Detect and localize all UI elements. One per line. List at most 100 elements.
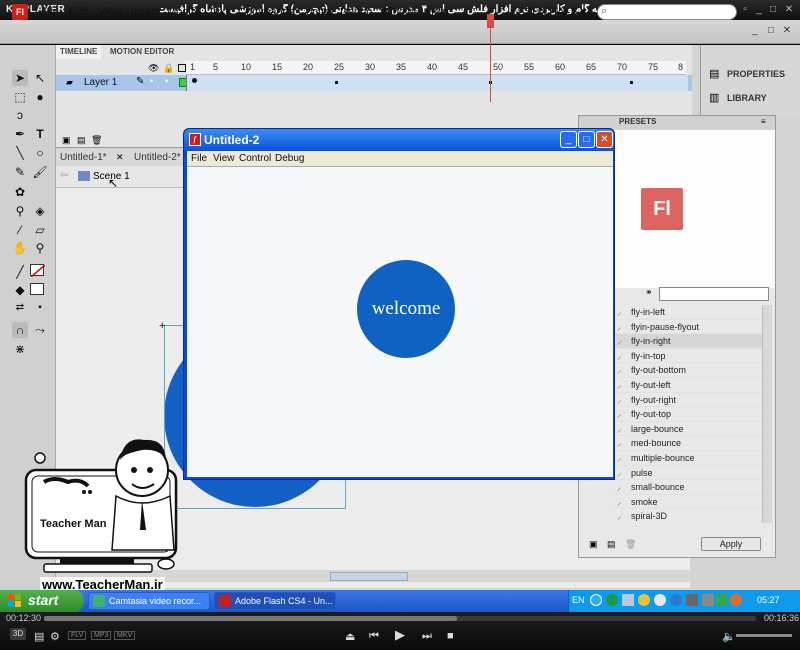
new-layer-icon[interactable]: ▣ [62,135,71,146]
lock-dot[interactable]: • [165,76,168,86]
zoom-tool-icon[interactable]: ⚲ [32,240,48,256]
player-minimize-icon[interactable]: _ [752,4,766,16]
eject-icon[interactable]: ⏏ [345,630,355,643]
preset-item[interactable]: ⸝ fly-out-left [613,378,763,393]
menu-modify[interactable]: Modify [167,6,199,18]
3d-rotation-icon[interactable]: ● [32,89,48,105]
menu-insert[interactable]: Insert [131,6,159,18]
volume-slider[interactable] [736,634,792,637]
swf-menu-view[interactable]: View [213,153,235,164]
dock-library[interactable]: LIBRARY [727,93,767,103]
volume-icon[interactable]: 🔈 [722,630,736,643]
tray-icon-3[interactable] [622,594,634,606]
previous-icon[interactable]: ⏮ [369,630,379,643]
flash-minimize-icon[interactable]: _ [748,25,762,37]
panel-menu-icon[interactable]: ≡ [761,117,766,126]
tray-icon-5[interactable] [654,594,666,606]
3d-button[interactable]: 3D [10,628,26,640]
deco-tool-icon[interactable]: ✿ [12,184,28,200]
eraser-icon[interactable]: ▱ [32,222,48,238]
dock-properties[interactable]: PROPERTIES [727,69,785,79]
preset-item[interactable]: ⸝ large-bounce [613,422,763,437]
task-camtasia[interactable]: Camtasia video recor... [88,592,210,610]
language-indicator[interactable]: EN [572,595,585,605]
flash-maximize-icon[interactable]: □ [764,25,778,37]
preset-item[interactable]: ⸝ fly-out-top [613,407,763,422]
menu-text[interactable]: Text [208,6,228,18]
hand-tool-icon[interactable]: ✋ [12,240,28,256]
tray-icon-10[interactable] [730,594,742,606]
preset-item[interactable]: ⸝ flyin-pause-flyout [613,320,763,335]
help-search-input[interactable] [597,4,737,20]
free-transform-icon[interactable]: ⬚ [12,89,28,105]
swf-menu-debug[interactable]: Debug [275,153,304,164]
preset-item[interactable]: ⸝ smoke [613,495,763,510]
stroke-swatch[interactable] [30,264,45,277]
presets-search-input[interactable] [659,287,769,301]
play-icon[interactable]: ▶ [395,627,405,643]
pen-tool-icon[interactable]: ✒ [12,126,28,142]
line-tool-icon[interactable]: ╲ [12,145,28,161]
tray-icon-4[interactable] [638,594,650,606]
menu-file[interactable]: File [41,6,59,18]
tray-icon-9[interactable] [716,594,728,606]
workspace-switcher[interactable]: ESSENTIALS ▾ [510,5,586,18]
flash-close-icon[interactable]: ✕ [780,25,794,37]
preset-item[interactable]: ⸝ med-bounce [613,436,763,451]
player-pin-icon[interactable]: ▫ [738,4,752,16]
eye-icon[interactable]: 👁 [148,63,159,74]
menu-help[interactable]: Help [426,6,449,18]
swf-menu-control[interactable]: Control [239,153,271,164]
paint-bucket-icon[interactable]: ◈ [32,203,48,219]
outline-icon[interactable] [178,64,186,72]
settings-icon[interactable]: ⚙ [50,630,60,643]
tray-icon-1[interactable] [590,594,602,606]
lock-icon[interactable]: 🔒 [163,63,174,74]
tray-clock[interactable]: 05:27 [757,595,780,605]
preset-item[interactable]: ⸝ spiral-3D [613,509,763,523]
eyedropper-icon[interactable]: ⁄ [12,222,28,238]
swap-colors-icon[interactable]: ⇄ [12,300,28,316]
menu-view[interactable]: View [98,6,122,18]
minimize-icon[interactable]: _ [560,131,577,148]
doc-tab-untitled-2[interactable]: Untitled-2* [134,152,181,163]
player-close-icon[interactable]: ✕ [782,4,796,16]
fill-swatch[interactable] [30,283,44,295]
preset-item[interactable]: ⸝ pulse [613,466,763,481]
new-folder-icon[interactable]: ▤ [607,539,616,550]
scrollbar-thumb[interactable] [330,572,408,581]
doc-tab-untitled-1[interactable]: Untitled-1* [60,152,107,163]
preset-item[interactable]: ⸝ small-bounce [613,480,763,495]
save-preset-icon[interactable]: ▣ [589,539,598,550]
preset-item[interactable]: ⸝ fly-in-top [613,349,763,364]
oval-tool-icon[interactable]: ○ [32,145,48,161]
brush-tool-icon[interactable]: 🖌 [32,164,48,180]
presets-scrollbar[interactable] [762,305,772,523]
snap-magnet-icon[interactable]: ∩ [12,322,28,338]
menu-window[interactable]: Window [380,6,419,18]
new-folder-icon[interactable]: ▤ [77,135,86,146]
menu-debug[interactable]: Debug [340,6,372,18]
preset-item[interactable]: ⸝ fly-out-right [613,393,763,408]
pencil-tool-icon[interactable]: ✎ [12,164,28,180]
menu-control[interactable]: Control [298,6,333,18]
delete-icon[interactable]: 🗑 [625,539,636,550]
straighten-icon[interactable]: ⋇ [12,341,28,357]
tab-timeline[interactable]: TIMELINE [56,45,102,59]
menu-commands[interactable]: Commands [238,6,294,18]
frame-ruler[interactable]: 1 5 10 15 20 25 30 35 40 45 50 55 60 65 … [186,61,686,75]
maximize-icon[interactable]: □ [578,131,595,148]
visibility-dot[interactable]: • [150,76,153,86]
preset-item[interactable]: ⸝ fly-out-bottom [613,363,763,378]
close-icon[interactable]: ✕ [596,131,613,148]
keyframe[interactable] [192,78,197,83]
selection-tool-icon[interactable]: ➤ [12,70,28,86]
close-icon[interactable]: ✕ [116,152,124,163]
swf-menu-file[interactable]: File [191,153,207,164]
delete-layer-icon[interactable]: 🗑 [91,135,102,146]
player-maximize-icon[interactable]: □ [766,4,780,16]
menu-edit[interactable]: Edit [69,6,88,18]
tab-motion-editor[interactable]: MOTION EDITOR [106,45,178,59]
frames-row[interactable] [186,75,688,91]
bone-tool-icon[interactable]: ⚲ [12,203,28,219]
